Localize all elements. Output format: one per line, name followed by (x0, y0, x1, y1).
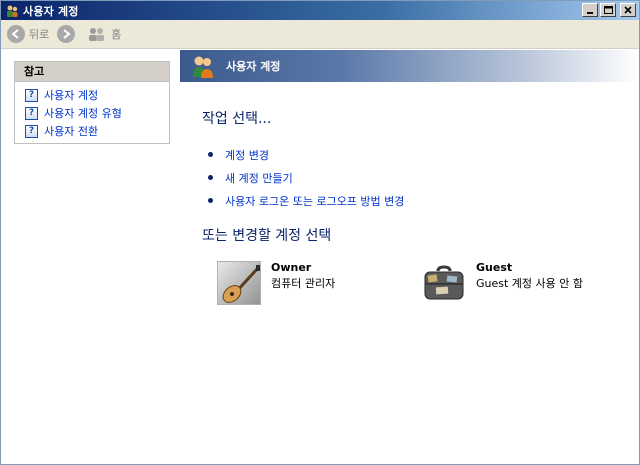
sidebar-link-switch-users[interactable]: ? 사용자 전환 (25, 122, 169, 140)
help-icon: ? (25, 88, 38, 102)
task-link[interactable]: 사용자 로그온 또는 로그오프 방법 변경 (225, 193, 404, 209)
header-banner: 사용자 계정 (180, 50, 639, 82)
banner-title: 사용자 계정 (226, 60, 281, 73)
suitcase-picture-icon (422, 261, 466, 305)
help-icon: ? (25, 124, 38, 138)
sidebar: 참고 ? 사용자 계정 ? 사용자 계정 유형 ? 사용자 전환 (1, 50, 180, 464)
see-also-panel: 참고 ? 사용자 계정 ? 사용자 계정 유형 ? 사용자 전환 (14, 61, 170, 144)
navigation-toolbar: 뒤로 홈 (1, 20, 639, 49)
maximize-button[interactable] (600, 3, 616, 17)
account-name: Owner (271, 261, 312, 274)
account-name: Guest (476, 261, 513, 274)
task-link[interactable]: 새 계정 만들기 (225, 170, 293, 186)
account-description: 컴퓨터 관리자 (271, 277, 336, 290)
close-button[interactable] (620, 3, 636, 17)
sidebar-link-user-accounts[interactable]: ? 사용자 계정 (25, 86, 169, 104)
forward-arrow-icon (57, 25, 76, 43)
sidebar-link-label[interactable]: 사용자 계정 유형 (44, 105, 122, 121)
account-guest[interactable]: Guest Guest 계정 사용 안 함 (422, 261, 583, 305)
user-accounts-banner-icon (190, 53, 216, 79)
guitar-picture-icon (217, 261, 261, 305)
sidebar-link-account-types[interactable]: ? 사용자 계정 유형 (25, 104, 169, 122)
minimize-button[interactable] (582, 3, 598, 17)
forward-button[interactable] (57, 25, 79, 43)
sidebar-link-label[interactable]: 사용자 계정 (44, 87, 98, 103)
task-list: 계정 변경 새 계정 만들기 사용자 로그온 또는 로그오프 방법 변경 (208, 143, 404, 212)
account-heading: 또는 변경할 계정 선택 (202, 228, 332, 244)
back-button[interactable]: 뒤로 (7, 25, 49, 43)
bullet-icon (208, 152, 213, 157)
main-content: 사용자 계정 작업 선택... 계정 변경 새 계정 만들기 사용자 로그온 또… (180, 50, 639, 464)
task-heading: 작업 선택... (202, 111, 272, 127)
panel-title: 참고 (15, 62, 169, 82)
bullet-icon (208, 175, 213, 180)
home-users-icon (87, 26, 107, 42)
account-info: Owner 컴퓨터 관리자 (271, 261, 335, 291)
panel-link-list: ? 사용자 계정 ? 사용자 계정 유형 ? 사용자 전환 (15, 82, 169, 140)
user-accounts-icon (5, 4, 19, 18)
close-icon (624, 6, 632, 14)
user-accounts-window: 사용자 계정 뒤로 홈 참고 ? 사용자 계정 ? 사용자 계정 유형 ? 사용… (0, 0, 640, 465)
home-button[interactable]: 홈 (87, 26, 121, 42)
sidebar-link-label[interactable]: 사용자 전환 (44, 123, 98, 139)
account-owner[interactable]: Owner 컴퓨터 관리자 (217, 261, 335, 305)
maximize-icon (603, 6, 613, 14)
task-change-logon-method[interactable]: 사용자 로그온 또는 로그오프 방법 변경 (208, 189, 404, 212)
task-change-account[interactable]: 계정 변경 (208, 143, 404, 166)
title-bar[interactable]: 사용자 계정 (1, 1, 639, 20)
window-title: 사용자 계정 (23, 4, 79, 18)
back-arrow-icon (7, 25, 25, 43)
caption-buttons (582, 3, 636, 17)
home-label: 홈 (111, 28, 122, 41)
account-info: Guest Guest 계정 사용 안 함 (476, 261, 583, 291)
account-description: Guest 계정 사용 안 함 (476, 277, 584, 290)
task-create-account[interactable]: 새 계정 만들기 (208, 166, 404, 189)
bullet-icon (208, 198, 213, 203)
task-link[interactable]: 계정 변경 (225, 147, 269, 163)
help-icon: ? (25, 106, 38, 120)
back-label: 뒤로 (29, 28, 50, 41)
minimize-icon (587, 12, 593, 14)
